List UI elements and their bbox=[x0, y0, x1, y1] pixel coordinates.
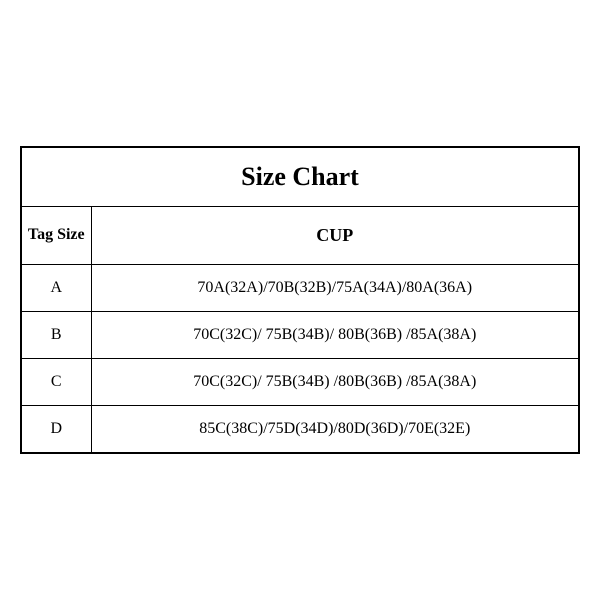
table-row: C 70C(32C)/ 75B(34B) /80B(36B) /85A(38A) bbox=[21, 358, 579, 405]
cup-cell: 70A(32A)/70B(32B)/75A(34A)/80A(36A) bbox=[91, 264, 579, 311]
table-row: D 85C(38C)/75D(34D)/80D(36D)/70E(32E) bbox=[21, 405, 579, 453]
cup-cell: 85C(38C)/75D(34D)/80D(36D)/70E(32E) bbox=[91, 405, 579, 453]
table-row: B 70C(32C)/ 75B(34B)/ 80B(36B) /85A(38A) bbox=[21, 311, 579, 358]
header-tag-size: Tag Size bbox=[21, 207, 91, 265]
header-cup: CUP bbox=[91, 207, 579, 265]
cup-cell: 70C(32C)/ 75B(34B) /80B(36B) /85A(38A) bbox=[91, 358, 579, 405]
table-row: A 70A(32A)/70B(32B)/75A(34A)/80A(36A) bbox=[21, 264, 579, 311]
size-chart-container: Size Chart Tag Size CUP A 70A(32A)/70B(3… bbox=[20, 146, 580, 454]
tag-cell: B bbox=[21, 311, 91, 358]
tag-cell: D bbox=[21, 405, 91, 453]
title-row: Size Chart bbox=[21, 147, 579, 207]
size-chart-table: Size Chart Tag Size CUP A 70A(32A)/70B(3… bbox=[20, 146, 580, 454]
tag-cell: A bbox=[21, 264, 91, 311]
chart-title: Size Chart bbox=[21, 147, 579, 207]
header-row: Tag Size CUP bbox=[21, 207, 579, 265]
cup-cell: 70C(32C)/ 75B(34B)/ 80B(36B) /85A(38A) bbox=[91, 311, 579, 358]
tag-cell: C bbox=[21, 358, 91, 405]
